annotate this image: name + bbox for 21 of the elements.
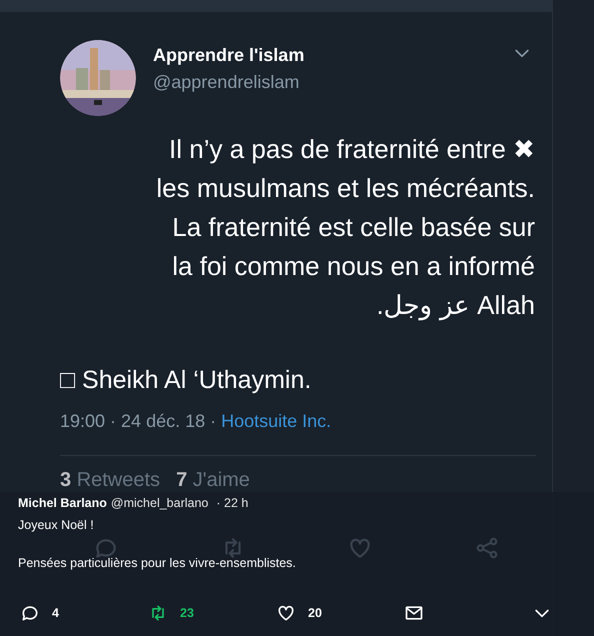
tweet-text-line: Allah عز وجل. — [376, 289, 535, 322]
author-name[interactable]: Michel Barlano — [18, 496, 107, 511]
action-count: 4 — [52, 604, 59, 622]
signature: □ Sheikh Al ‘Uthaymin. — [60, 365, 312, 395]
tweet-text-line: Il n’y a pas de fraternité entre ✖ — [169, 133, 535, 166]
tweet-text-line: La fraternité est celle basée sur — [172, 211, 535, 244]
source-link[interactable]: Hootsuite Inc. — [221, 408, 332, 435]
tweet-text-line: les musulmans et les mécréants. — [156, 172, 535, 205]
tweet-text-line: la foi comme nous en a informé — [172, 250, 535, 283]
account-name[interactable]: Apprendre l'islam — [153, 43, 304, 67]
post-text: Joyeux Noël ! — [18, 517, 94, 533]
like-count[interactable]: 7 J'aime — [176, 470, 250, 490]
heart-icon[interactable] — [276, 603, 296, 623]
post-time[interactable]: · 22 h — [216, 496, 248, 511]
timestamp: 19:00 · 24 déc. 18 · — [60, 410, 216, 433]
action-count: 23 — [180, 604, 194, 622]
account-handle[interactable]: @apprendrelislam — [153, 70, 300, 94]
author-handle[interactable]: @michel_barlano — [110, 496, 208, 511]
action-count: 20 — [308, 604, 322, 622]
post-text: Pensées particulières pour les vivre-ensemblistes. — [18, 555, 296, 571]
retweet-count[interactable]: 3 Retweets — [60, 470, 160, 490]
